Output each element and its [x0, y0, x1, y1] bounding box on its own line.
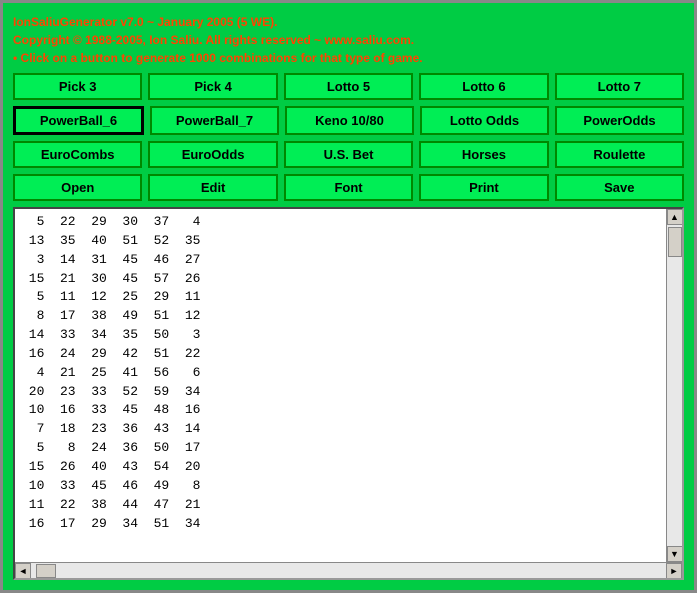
hscroll-thumb[interactable]	[36, 564, 56, 578]
button-row-4: OpenEdit FontPrint Save	[13, 174, 684, 201]
euro-combs-button[interactable]: EuroCombs	[13, 141, 142, 168]
button-row-2: PowerBall_6PowerBall_7Keno 10/80Lotto Od…	[13, 106, 684, 135]
power-odds-button[interactable]: PowerOdds	[555, 106, 684, 135]
scroll-track[interactable]	[667, 225, 682, 546]
scroll-left-button[interactable]: ◄	[15, 563, 31, 579]
header-line2: Copyright © 1988-2005, Ion Saliu. All ri…	[13, 31, 684, 49]
us-bet-button[interactable]: U.S. Bet	[284, 141, 413, 168]
powerball6-button[interactable]: PowerBall_6	[13, 106, 144, 135]
open-button[interactable]: Open	[13, 174, 142, 201]
output-inner: 5 22 29 30 37 4 13 35 40 51 52 35 3 14 3…	[15, 209, 682, 562]
output-wrapper: 5 22 29 30 37 4 13 35 40 51 52 35 3 14 3…	[13, 207, 684, 580]
output-text: 5 22 29 30 37 4 13 35 40 51 52 35 3 14 3…	[15, 209, 666, 562]
print-button[interactable]: Print	[419, 174, 548, 201]
save-button[interactable]: Save	[555, 174, 684, 201]
horizontal-scrollbar[interactable]: ◄ ►	[15, 562, 682, 578]
lotto5-button[interactable]: Lotto 5	[284, 73, 413, 100]
lotto6-button[interactable]: Lotto 6	[419, 73, 548, 100]
scroll-down-button[interactable]: ▼	[667, 546, 683, 562]
scroll-up-button[interactable]: ▲	[667, 209, 683, 225]
main-window: IonSaliuGenerator v7.0 ~ January 2005 (5…	[0, 0, 697, 593]
header-line1: IonSaliuGenerator v7.0 ~ January 2005 (5…	[13, 13, 684, 31]
header-text: IonSaliuGenerator v7.0 ~ January 2005 (5…	[13, 13, 684, 67]
lotto7-button[interactable]: Lotto 7	[555, 73, 684, 100]
button-row-1: Pick 3Pick 4 Lotto 5Lotto 6 Lotto 7	[13, 73, 684, 100]
scroll-thumb[interactable]	[668, 227, 682, 257]
euro-odds-button[interactable]: EuroOdds	[148, 141, 277, 168]
hscroll-track[interactable]	[31, 563, 666, 578]
header-line3: • Click on a button to generate 1000 com…	[13, 49, 684, 67]
powerball7-button[interactable]: PowerBall_7	[150, 106, 279, 135]
edit-button[interactable]: Edit	[148, 174, 277, 201]
horses-button[interactable]: Horses	[419, 141, 548, 168]
scroll-right-button[interactable]: ►	[666, 563, 682, 579]
button-row-3: EuroCombsEuroOdds U.S. BetHorses Roulette	[13, 141, 684, 168]
font-button[interactable]: Font	[284, 174, 413, 201]
roulette-button[interactable]: Roulette	[555, 141, 684, 168]
keno-button[interactable]: Keno 10/80	[285, 106, 414, 135]
vertical-scrollbar[interactable]: ▲ ▼	[666, 209, 682, 562]
pick3-button[interactable]: Pick 3	[13, 73, 142, 100]
pick4-button[interactable]: Pick 4	[148, 73, 277, 100]
lotto-odds-button[interactable]: Lotto Odds	[420, 106, 549, 135]
